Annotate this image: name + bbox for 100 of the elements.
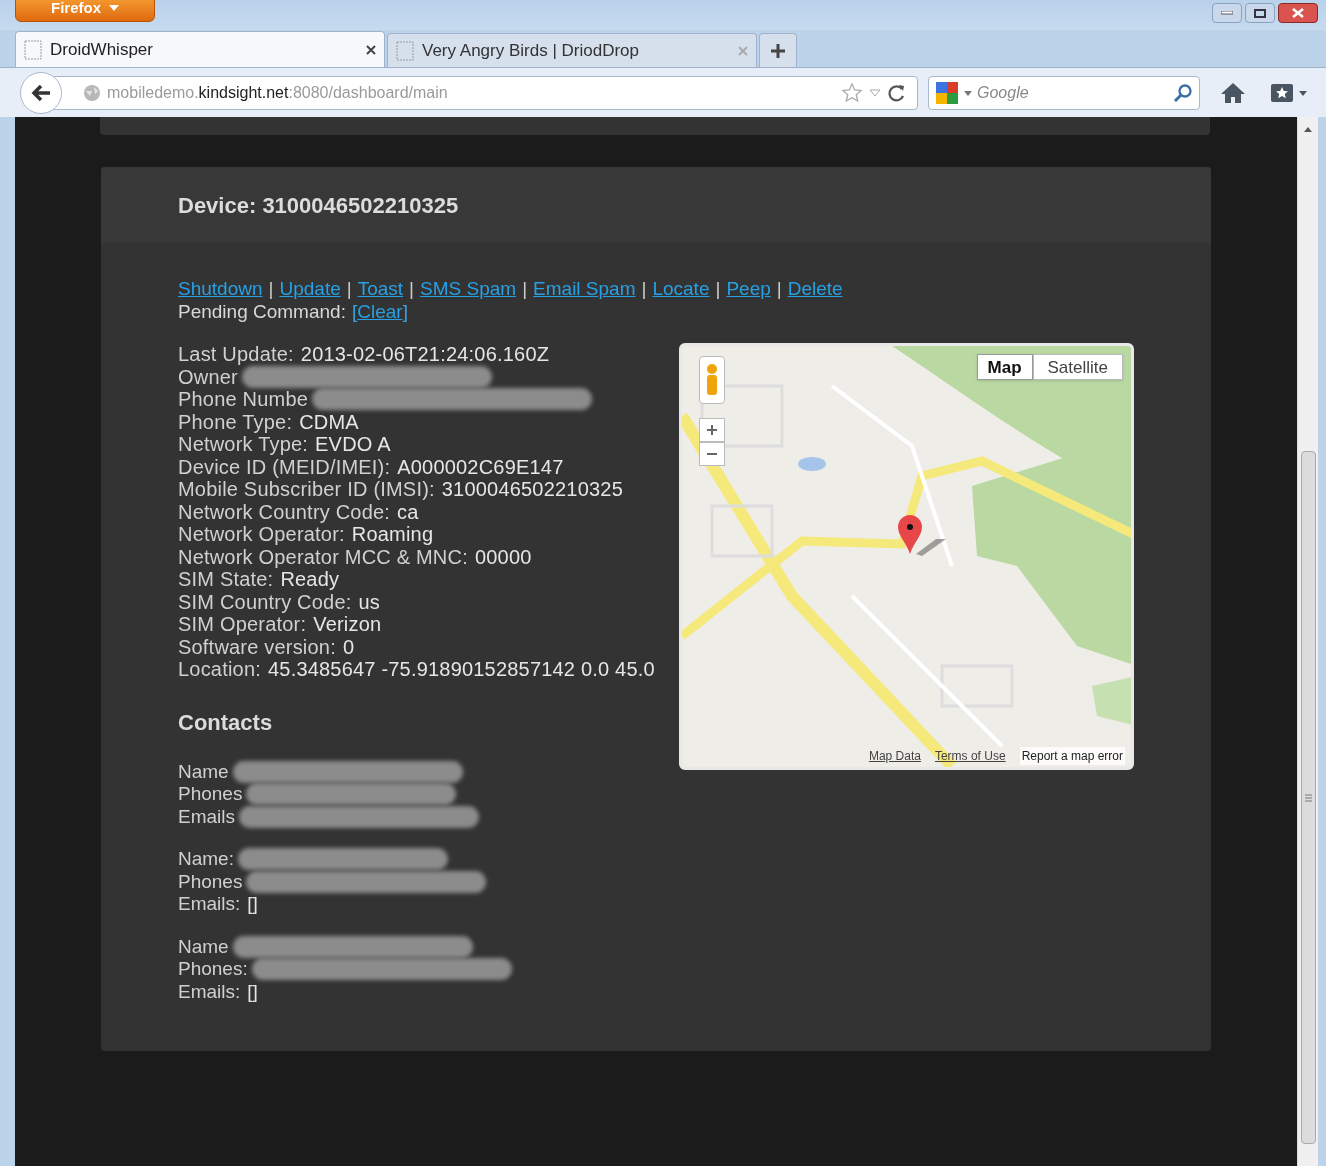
- command-link[interactable]: Email Spam: [533, 277, 636, 300]
- separator: |: [715, 277, 721, 300]
- field-label: Name: [178, 760, 229, 783]
- terms-of-use-link[interactable]: Terms of Use: [934, 747, 1006, 765]
- new-tab-button[interactable]: [759, 33, 797, 67]
- zoom-in-button[interactable]: [699, 418, 725, 442]
- reload-icon[interactable]: [887, 82, 907, 103]
- back-button[interactable]: [20, 71, 62, 114]
- command-link[interactable]: Peep: [726, 277, 771, 300]
- map[interactable]: Map Satellite Map Data Terms of Use Report a map error: [679, 343, 1134, 770]
- map-type-button[interactable]: Map: [976, 354, 1033, 380]
- bracket: ]: [402, 300, 408, 323]
- field-label: Emails: [178, 805, 235, 828]
- dropdown-icon[interactable]: [963, 88, 973, 97]
- close-button[interactable]: [1278, 3, 1318, 23]
- address-bar[interactable]: mobiledemo.kindsight.net:8080/dashboard/main: [52, 75, 918, 110]
- bookmarks-icon[interactable]: [1270, 81, 1294, 104]
- search-icon[interactable]: [1173, 82, 1193, 103]
- field-value: CDMA: [299, 410, 359, 433]
- maximize-icon: [1254, 8, 1266, 18]
- field-value: EVDO A: [315, 433, 391, 456]
- scroll-up-icon[interactable]: [1303, 125, 1313, 133]
- browser-tab[interactable]: Very Angry Birds | DriodDrop: [387, 33, 757, 67]
- field-label: Phone Type:: [178, 410, 293, 433]
- field-label: Network Operator:: [178, 523, 345, 546]
- field-value: Verizon: [313, 613, 382, 636]
- field-label: Last Update:: [178, 343, 294, 366]
- command-link[interactable]: Locate: [652, 277, 710, 300]
- command-link[interactable]: SMS Spam: [420, 277, 517, 300]
- close-tab-icon[interactable]: [366, 44, 376, 55]
- field-label: Network Type:: [178, 433, 309, 456]
- url-text: mobiledemo.kindsight.net:8080/dashboard/main: [107, 82, 449, 103]
- field-label: SIM Operator:: [178, 613, 307, 636]
- search-engine-icon: [935, 80, 959, 105]
- field-label: SIM Country Code:: [178, 590, 352, 613]
- minimize-icon: [1221, 11, 1233, 15]
- separator: |: [776, 277, 782, 300]
- map-data-link[interactable]: Map Data: [868, 747, 921, 765]
- field-value: us: [358, 590, 380, 613]
- field-label: Location:: [178, 658, 261, 681]
- field-value: 00000: [474, 545, 532, 568]
- caret-icon: [109, 5, 119, 11]
- command-link[interactable]: Delete: [787, 277, 843, 300]
- separator: |: [641, 277, 647, 300]
- scrollbar[interactable]: [1297, 117, 1318, 1166]
- field-value: Roaming: [351, 523, 434, 546]
- minus-icon: [706, 452, 718, 456]
- field-value: []: [247, 893, 258, 916]
- field-label: Name:: [178, 848, 234, 871]
- field-label: Phones: [178, 783, 243, 806]
- clear-link[interactable]: Clear: [357, 300, 403, 323]
- command-link[interactable]: Shutdown: [178, 277, 263, 300]
- plus-icon: [706, 424, 718, 436]
- field-label: Mobile Subscriber ID (IMSI):: [178, 478, 435, 501]
- browser-tab[interactable]: DroidWhisper: [15, 31, 385, 67]
- home-icon[interactable]: [1220, 80, 1246, 105]
- bracket: [: [351, 300, 358, 323]
- scrollbar-thumb[interactable]: [1300, 451, 1316, 1144]
- firefox-menu-button[interactable]: Firefox: [15, 0, 155, 22]
- device-title: Device: 3100046502210325: [178, 191, 459, 220]
- plus-icon: [770, 42, 786, 59]
- field-label: Emails:: [178, 980, 241, 1003]
- field-label: Emails:: [178, 893, 241, 916]
- command-link[interactable]: Toast: [357, 277, 404, 300]
- contacts-heading: Contacts: [178, 708, 274, 737]
- page-icon: [24, 39, 42, 60]
- field-label: Network Country Code:: [178, 500, 391, 523]
- maximize-button[interactable]: [1245, 3, 1275, 23]
- field-value: Ready: [280, 568, 340, 591]
- dropdown-icon[interactable]: [1298, 88, 1308, 97]
- field-value: A000002C69E147: [397, 455, 564, 478]
- separator: |: [268, 277, 274, 300]
- separator: |: [409, 277, 415, 300]
- map-marker-icon: [896, 514, 946, 556]
- field-label: Name: [178, 935, 229, 958]
- field-label: Phones:: [178, 958, 248, 981]
- globe-icon: [83, 83, 101, 102]
- field-label: SIM State:: [178, 568, 274, 591]
- close-icon: [1292, 8, 1304, 18]
- field-label: Phone Numbe: [178, 388, 309, 411]
- separator: |: [346, 277, 352, 300]
- field-label: Software version:: [178, 635, 336, 658]
- back-arrow-icon: [30, 83, 52, 102]
- field-label: Network Operator MCC & MNC:: [178, 545, 468, 568]
- field-label: Device ID (MEID/IMEI):: [178, 455, 391, 478]
- person-icon: [705, 363, 719, 397]
- field-value: 2013-02-06T21:24:06.160Z: [300, 343, 550, 366]
- field-value: []: [247, 980, 258, 1003]
- star-icon[interactable]: [841, 81, 863, 104]
- report-map-error-link[interactable]: Report a map error: [1019, 747, 1125, 765]
- field-value: ca: [397, 500, 419, 523]
- field-label: Phones: [178, 870, 243, 893]
- field-value: 0: [342, 635, 355, 658]
- map-type-button[interactable]: Satellite: [1032, 354, 1123, 380]
- field-value: 3100046502210325: [441, 478, 623, 501]
- separator: |: [522, 277, 528, 300]
- search-box[interactable]: Google: [928, 75, 1200, 110]
- search-input[interactable]: Google: [977, 80, 1169, 105]
- command-link[interactable]: Update: [279, 277, 341, 300]
- zoom-out-button[interactable]: [699, 442, 725, 466]
